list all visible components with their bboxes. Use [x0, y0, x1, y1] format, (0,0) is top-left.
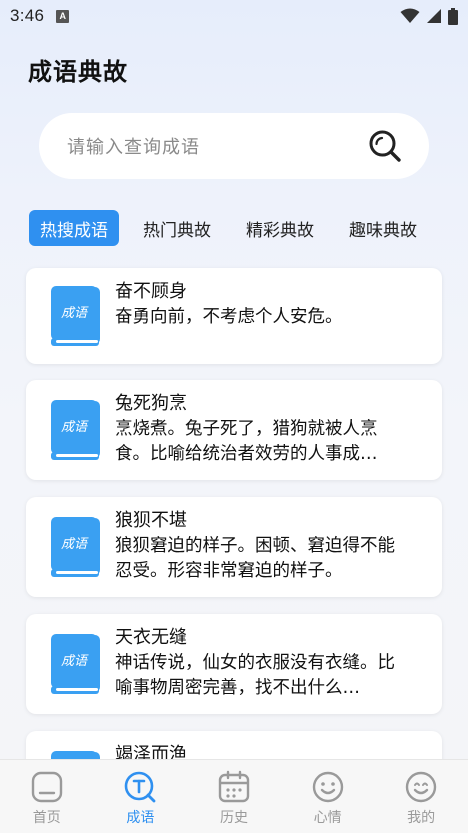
book-icon-text: 成语	[61, 420, 89, 435]
book-icon: 成语	[51, 634, 100, 694]
signal-icon	[427, 9, 441, 23]
nav-history[interactable]: 历史	[187, 760, 281, 833]
calendar-icon	[218, 770, 250, 803]
tab-fun-stories[interactable]: 趣味典故	[338, 210, 428, 246]
bottom-navigation: 首页 成语 历史 心情 我的	[0, 759, 468, 833]
idiom-description: 奋勇向前，不考虑个人安危。	[115, 307, 343, 327]
nav-label: 历史	[219, 810, 248, 826]
battery-icon	[448, 7, 458, 25]
search-icon[interactable]	[367, 128, 403, 164]
idiom-title: 狼狈不堪	[115, 510, 187, 531]
book-icon-text: 成语	[61, 654, 89, 669]
search-placeholder: 请输入查询成语	[67, 137, 200, 158]
idiom-title: 奋不顾身	[115, 281, 187, 302]
nav-label: 我的	[407, 810, 436, 826]
idiom-description: 烹烧煮。兔子死了，猎狗就被人烹食。比喻给统治者效劳的人事成…	[115, 419, 378, 464]
book-icon-text: 成语	[61, 537, 89, 552]
nav-home[interactable]: 首页	[0, 760, 94, 833]
idiom-icon	[125, 771, 156, 803]
status-bar: 3:46 A	[0, 0, 468, 32]
idiom-card[interactable]: 成语 天衣无缝 神话传说，仙女的衣服没有衣缝。比喻事物周密完善，找不出什么…	[26, 614, 442, 714]
tab-featured-stories[interactable]: 精彩典故	[235, 210, 325, 246]
book-icon: 成语	[51, 400, 100, 460]
user-icon	[405, 771, 437, 803]
page-title: 成语典故	[28, 57, 128, 86]
home-icon	[31, 771, 62, 803]
nav-mine[interactable]: 我的	[374, 760, 468, 833]
wifi-icon	[400, 8, 420, 23]
category-tabs: 热搜成语 热门典故 精彩典故 趣味典故	[29, 210, 441, 246]
idiom-card[interactable]: 成语 狼狈不堪 狼狈窘迫的样子。困顿、窘迫得不能忍受。形容非常窘迫的样子。	[26, 497, 442, 597]
idiom-title: 天衣无缝	[115, 627, 187, 648]
idiom-card[interactable]: 成语 兔死狗烹 烹烧煮。兔子死了，猎狗就被人烹食。比喻给统治者效劳的人事成…	[26, 380, 442, 480]
idiom-description: 神话传说，仙女的衣服没有衣缝。比喻事物周密完善，找不出什么…	[115, 653, 395, 698]
idiom-description: 狼狈窘迫的样子。困顿、窘迫得不能忍受。形容非常窘迫的样子。	[115, 536, 395, 581]
idiom-title: 兔死狗烹	[115, 393, 187, 414]
smile-icon	[312, 771, 343, 803]
status-icons	[400, 7, 458, 25]
status-time: 3:46	[10, 6, 45, 25]
nav-idiom[interactable]: 成语	[94, 760, 188, 833]
book-icon-text: 成语	[61, 306, 89, 321]
tab-hot-search[interactable]: 热搜成语	[29, 210, 119, 246]
nav-label: 心情	[313, 810, 342, 826]
nav-mood[interactable]: 心情	[281, 760, 375, 833]
nav-label: 首页	[32, 810, 61, 826]
idiom-card[interactable]: 成语 奋不顾身 奋勇向前，不考虑个人安危。	[26, 268, 442, 364]
notification-a-icon: A	[56, 9, 70, 23]
nav-label: 成语	[126, 810, 155, 826]
tab-popular-stories[interactable]: 热门典故	[132, 210, 222, 246]
book-icon: 成语	[51, 517, 100, 577]
book-icon: 成语	[51, 286, 100, 346]
search-input[interactable]: 请输入查询成语	[39, 113, 429, 179]
